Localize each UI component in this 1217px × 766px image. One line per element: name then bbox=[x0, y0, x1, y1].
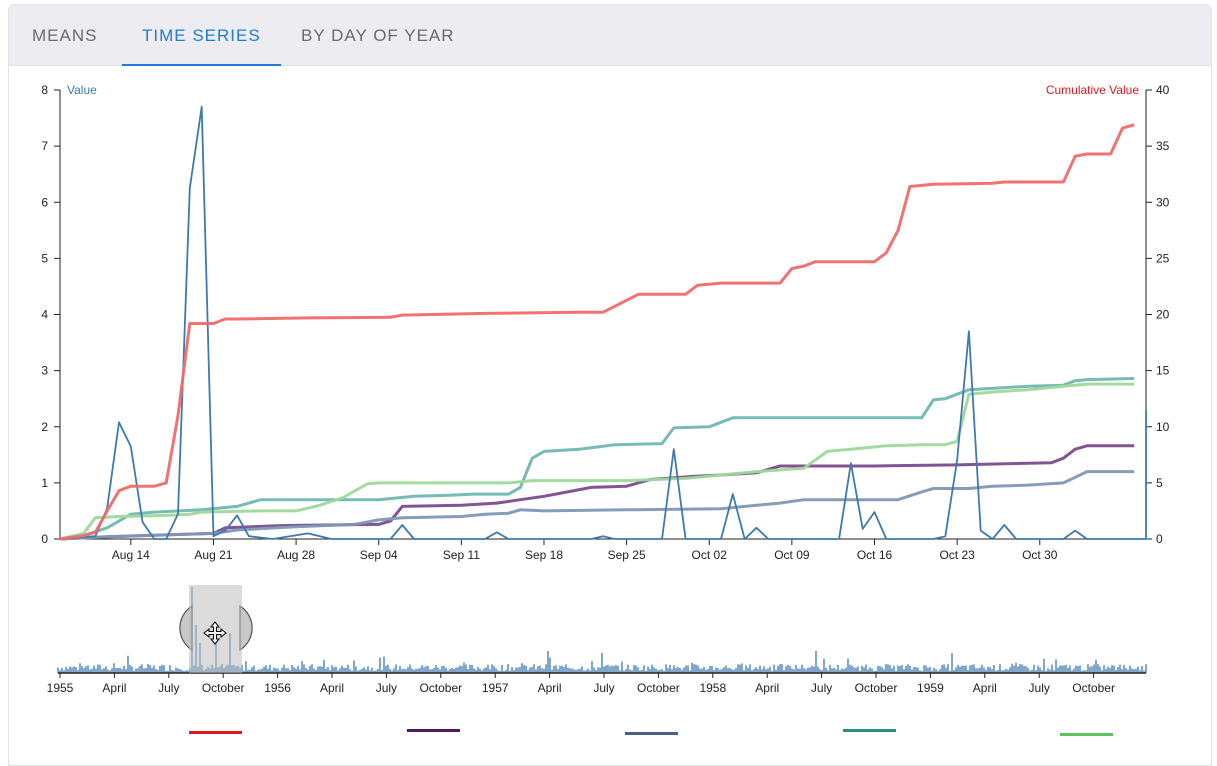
legend-swatch bbox=[843, 729, 896, 732]
legend-swatch bbox=[189, 731, 242, 734]
legend-swatch bbox=[625, 732, 678, 735]
legend-swatch bbox=[407, 729, 460, 732]
legend-swatch bbox=[1060, 733, 1113, 736]
legend bbox=[189, 729, 1113, 736]
